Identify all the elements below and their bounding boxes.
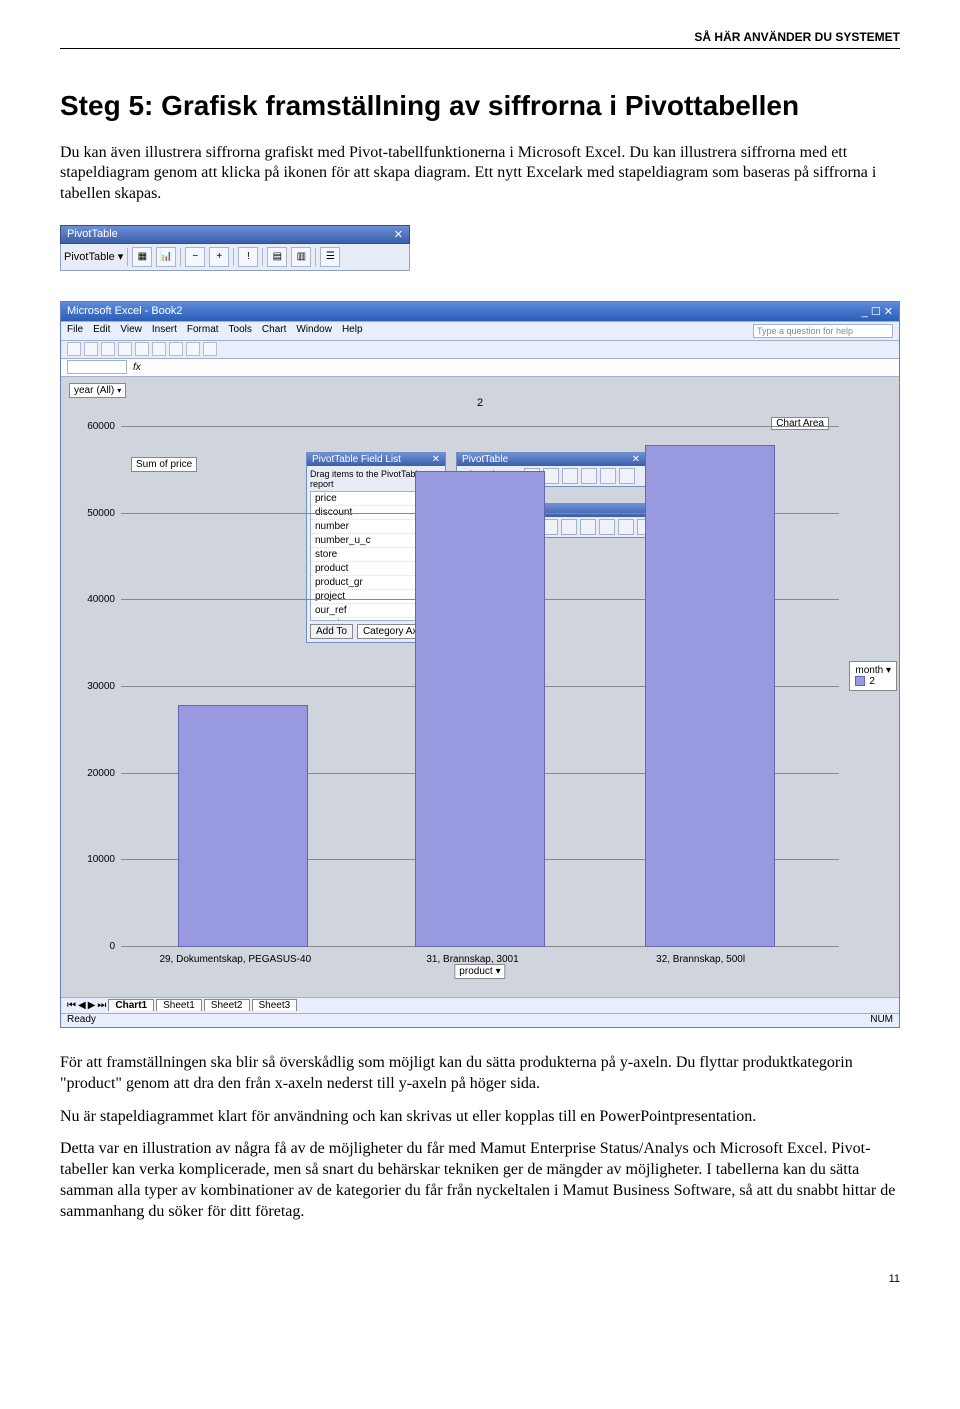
separator [127, 248, 128, 266]
x-category-label: 29, Dokumentskap, PEGASUS-40 [159, 954, 311, 965]
sheet-tab-sheet3[interactable]: Sheet3 [252, 999, 298, 1011]
section-header: SÅ HÄR ANVÄNDER DU SYSTEMET [60, 30, 900, 49]
chart-wizard-icon[interactable]: 📊 [156, 247, 176, 267]
page-field-year[interactable]: year (All) ▾ [69, 383, 126, 398]
refresh-icon[interactable]: ! [238, 247, 258, 267]
separator [233, 248, 234, 266]
y-tick-label: 10000 [87, 854, 115, 865]
paragraph: Nu är stapeldiagrammet klart för användn… [60, 1107, 900, 1128]
close-icon[interactable]: ✕ [394, 228, 403, 241]
settings-icon[interactable]: ▥ [291, 247, 311, 267]
separator [180, 248, 181, 266]
tab-nav-first-icon[interactable]: ⏮ [67, 1000, 76, 1011]
excel-menubar: File Edit View Insert Format Tools Chart… [61, 321, 899, 341]
y-tick-label: 0 [109, 941, 115, 952]
sheet-tab-sheet2[interactable]: Sheet2 [204, 999, 250, 1011]
paragraph: För att framställningen ska blir så över… [60, 1053, 900, 1095]
pivottable-body: PivotTable ▾ ▦ 📊 − + ! ▤ ▥ ☰ [60, 244, 410, 271]
menu-insert[interactable]: Insert [152, 324, 177, 338]
menu-view[interactable]: View [120, 324, 142, 338]
show-detail-icon[interactable]: + [209, 247, 229, 267]
bar[interactable]: 32, Brannskap, 500l [645, 445, 775, 947]
menu-help[interactable]: Help [342, 324, 363, 338]
help-search-box[interactable]: Type a question for help [753, 324, 893, 338]
pivottable-menu-button[interactable]: PivotTable ▾ [64, 250, 123, 263]
cut-icon[interactable] [135, 342, 149, 356]
standard-toolbar [61, 341, 899, 359]
fieldlist-icon[interactable]: ☰ [320, 247, 340, 267]
status-bar: Ready NUM [61, 1013, 899, 1027]
menu-window[interactable]: Window [296, 324, 332, 338]
sheet-tab-sheet1[interactable]: Sheet1 [156, 999, 202, 1011]
legend[interactable]: month ▾ 2 [849, 661, 897, 691]
gridline [121, 426, 839, 427]
chart-title: 2 [477, 397, 483, 409]
legend-label: 2 [869, 676, 875, 687]
separator [262, 248, 263, 266]
menu-items: File Edit View Insert Format Tools Chart… [67, 324, 363, 338]
bar[interactable]: 31, Brannskap, 3001 [415, 471, 545, 947]
format-report-icon[interactable]: ▦ [132, 247, 152, 267]
y-tick-label: 60000 [87, 421, 115, 432]
menu-format[interactable]: Format [187, 324, 219, 338]
excel-titlebar[interactable]: Microsoft Excel - Book2 _ ☐ ✕ [61, 302, 899, 321]
formula-bar: fx [61, 359, 899, 377]
year-label: year [74, 385, 93, 396]
chevron-down-icon[interactable]: ▾ [117, 386, 121, 395]
section-title: SÅ HÄR ANVÄNDER DU SYSTEMET [694, 30, 900, 44]
y-tick-label: 50000 [87, 508, 115, 519]
product-label: product [459, 966, 492, 977]
undo-icon[interactable] [186, 342, 200, 356]
window-controls[interactable]: _ ☐ ✕ [862, 305, 893, 318]
chevron-down-icon[interactable]: ▾ [886, 665, 891, 676]
fx-icon[interactable]: fx [133, 362, 141, 373]
y-tick-label: 40000 [87, 594, 115, 605]
include-icon[interactable]: ▤ [267, 247, 287, 267]
page-title: Steg 5: Grafisk framställning av siffror… [60, 89, 900, 123]
year-value: (All) [96, 385, 114, 396]
name-box[interactable] [67, 360, 127, 374]
sheet-tabs: ⏮ ◀ ▶ ⏭ Chart1 Sheet1 Sheet2 Sheet3 [61, 997, 899, 1013]
intro-paragraph: Du kan även illustrera siffrorna grafisk… [60, 143, 900, 205]
copy-icon[interactable] [152, 342, 166, 356]
legend-title: month ▾ [855, 665, 891, 676]
pivottable-title-bar[interactable]: PivotTable ✕ [60, 225, 410, 244]
y-tick-label: 20000 [87, 768, 115, 779]
menu-file[interactable]: File [67, 324, 83, 338]
paste-icon[interactable] [169, 342, 183, 356]
menu-chart[interactable]: Chart [262, 324, 286, 338]
pivottable-toolbar: PivotTable ✕ PivotTable ▾ ▦ 📊 − + ! ▤ ▥ … [60, 225, 410, 271]
page-number: 11 [60, 1273, 900, 1285]
tab-nav-prev-icon[interactable]: ◀ [78, 1000, 86, 1011]
bar[interactable]: 29, Dokumentskap, PEGASUS-40 [178, 705, 308, 947]
chart-sheet-area: year (All) ▾ Sum of price Chart Area Piv… [61, 377, 899, 997]
print-icon[interactable] [118, 342, 132, 356]
y-tick-label: 30000 [87, 681, 115, 692]
tab-nav-next-icon[interactable]: ▶ [88, 1000, 96, 1011]
product-field-drop[interactable]: product ▾ [454, 964, 505, 979]
status-num: NUM [870, 1014, 893, 1027]
hide-detail-icon[interactable]: − [185, 247, 205, 267]
chevron-down-icon[interactable]: ▾ [496, 966, 501, 977]
chart-plot-area[interactable]: 2 0 10000 20000 30000 40000 50000 60000 … [121, 427, 839, 947]
excel-title: Microsoft Excel - Book2 [67, 305, 183, 317]
menu-edit[interactable]: Edit [93, 324, 110, 338]
redo-icon[interactable] [203, 342, 217, 356]
tab-nav-last-icon[interactable]: ⏭ [97, 1000, 106, 1011]
separator [315, 248, 316, 266]
legend-item: 2 [855, 676, 891, 687]
paragraph: Detta var en illustration av några få av… [60, 1139, 900, 1222]
sheet-tab-chart1[interactable]: Chart1 [108, 999, 154, 1011]
legend-swatch-icon [855, 676, 865, 686]
save-icon[interactable] [101, 342, 115, 356]
excel-window: Microsoft Excel - Book2 _ ☐ ✕ File Edit … [60, 301, 900, 1028]
new-icon[interactable] [67, 342, 81, 356]
x-category-label: 32, Brannskap, 500l [656, 954, 745, 965]
menu-tools[interactable]: Tools [229, 324, 252, 338]
open-icon[interactable] [84, 342, 98, 356]
pivottable-title: PivotTable [67, 228, 118, 240]
status-ready: Ready [67, 1014, 96, 1027]
